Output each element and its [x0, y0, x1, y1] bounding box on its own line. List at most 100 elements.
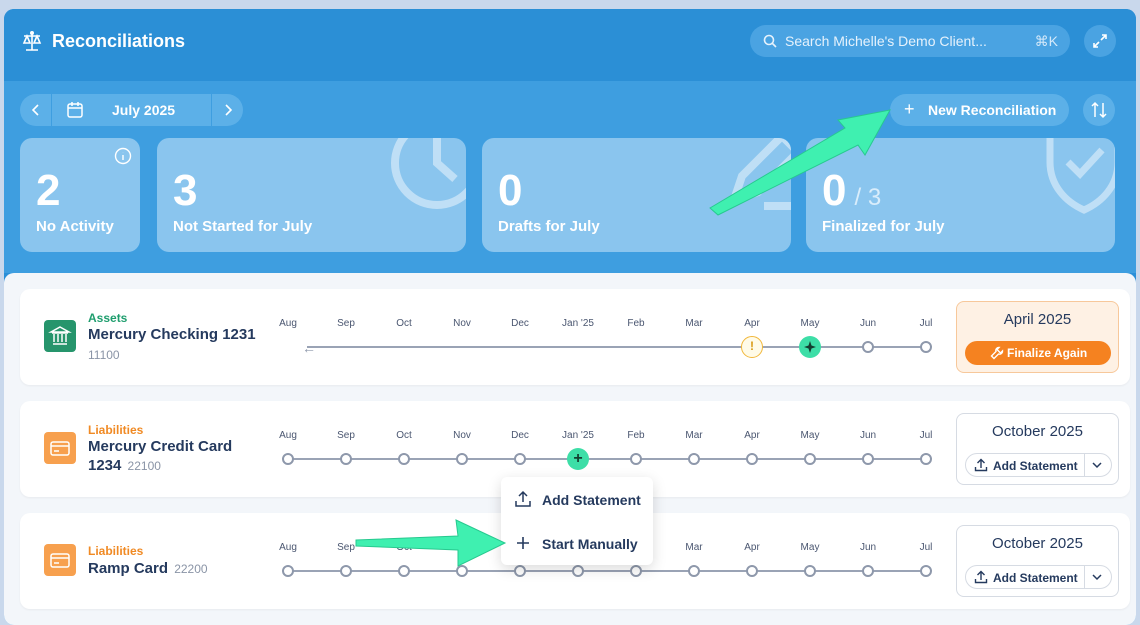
add-statement-button[interactable]: Add Statement	[965, 453, 1112, 477]
timeline-node[interactable]	[340, 565, 352, 577]
shield-check-icon	[1046, 138, 1115, 214]
current-month-label[interactable]: July 2025	[112, 102, 175, 118]
timeline-month-label: Dec	[511, 318, 529, 329]
timeline-node[interactable]	[688, 453, 700, 465]
timeline-node[interactable]	[282, 565, 294, 577]
stat-finalized[interactable]: 0/ 3 Finalized for July	[806, 138, 1115, 252]
account-name[interactable]: Mercury Credit Card	[88, 438, 232, 455]
account-name-line2[interactable]: 1234 22100	[88, 457, 161, 474]
menu-item-start-manually[interactable]: Start Manually	[501, 523, 653, 563]
timeline-node[interactable]	[746, 453, 758, 465]
status-box: April 2025 Finalize Again	[956, 301, 1119, 373]
timeline-month-label: Jul	[919, 542, 933, 553]
timeline-node[interactable]	[920, 453, 932, 465]
timeline-month-label: Aug	[279, 318, 297, 329]
chevron-down-icon[interactable]	[1090, 458, 1104, 472]
status-box: October 2025 Add Statement	[956, 413, 1119, 485]
timeline-month-label: Jan '25	[562, 318, 594, 329]
timeline-month-label: Aug	[279, 542, 297, 553]
timeline-node[interactable]	[862, 565, 874, 577]
new-reconciliation-label: New Reconciliation	[928, 102, 1057, 118]
stat-no-activity[interactable]: 2 No Activity	[20, 138, 140, 252]
timeline-line	[288, 570, 928, 572]
expand-button[interactable]	[1084, 25, 1116, 57]
timeline-month-label: Oct	[396, 542, 412, 553]
stat-drafts[interactable]: 0 Drafts for July	[482, 138, 791, 252]
status-month: October 2025	[992, 423, 1083, 440]
timeline-node[interactable]	[630, 565, 642, 577]
arrow-left-icon: ←	[302, 340, 316, 356]
timeline-node[interactable]	[456, 453, 468, 465]
status-month: October 2025	[992, 535, 1083, 552]
calendar-icon	[67, 102, 83, 118]
add-statement-button[interactable]: Add Statement	[965, 565, 1112, 589]
timeline-node[interactable]	[862, 453, 874, 465]
bank-icon	[44, 320, 76, 352]
info-icon[interactable]	[114, 147, 132, 165]
upload-icon	[974, 458, 988, 472]
menu-item-add-statement[interactable]: Add Statement	[501, 479, 653, 519]
next-month-button[interactable]	[211, 94, 243, 126]
top-bar: Reconciliations Search Michelle's Demo C…	[4, 9, 1136, 81]
timeline-node[interactable]	[340, 453, 352, 465]
timeline-node[interactable]	[572, 565, 584, 577]
warning-node[interactable]: !	[741, 336, 763, 358]
timeline-line	[288, 458, 928, 460]
stat-value: 2	[36, 166, 61, 215]
timeline-node[interactable]	[920, 565, 932, 577]
add-node[interactable]: +	[567, 448, 589, 470]
search-icon	[763, 34, 777, 48]
sparkle-node[interactable]	[799, 336, 821, 358]
timeline-node[interactable]	[804, 565, 816, 577]
prev-month-button[interactable]	[20, 94, 52, 126]
account-type: Assets	[88, 311, 128, 325]
timeline-node[interactable]	[282, 453, 294, 465]
timeline-node[interactable]	[688, 565, 700, 577]
sort-button[interactable]	[1083, 94, 1115, 126]
timeline-node[interactable]	[804, 453, 816, 465]
account-row-mercury-checking[interactable]: Assets Mercury Checking 1231 11100 ← ! A…	[20, 289, 1130, 385]
sort-icon	[1091, 101, 1107, 119]
timeline-node[interactable]	[398, 565, 410, 577]
stat-value: 3	[173, 166, 198, 215]
finalize-again-button[interactable]: Finalize Again	[965, 341, 1111, 365]
stat-total: / 3	[854, 184, 882, 211]
timeline-month-label: Jul	[919, 318, 933, 329]
account-code: 22100	[127, 459, 161, 473]
timeline-node[interactable]	[920, 341, 932, 353]
timeline-month-label: Mar	[685, 318, 703, 329]
search-input[interactable]: Search Michelle's Demo Client... ⌘K	[750, 25, 1070, 57]
credit-card-icon	[44, 544, 76, 576]
reconciliation-list: Assets Mercury Checking 1231 11100 ← ! A…	[4, 273, 1136, 625]
chevron-down-icon[interactable]	[1090, 570, 1104, 584]
timeline-month-label: Aug	[279, 430, 297, 441]
timeline-node[interactable]	[630, 453, 642, 465]
timeline-month-label: May	[800, 430, 820, 441]
timeline-month-label: Feb	[627, 318, 645, 329]
timeline-node[interactable]	[456, 565, 468, 577]
chevron-left-icon	[31, 104, 39, 116]
timeline-month-label: Apr	[744, 542, 760, 553]
timeline-month-label: Sep	[337, 542, 355, 553]
expand-icon	[1093, 34, 1107, 48]
stat-value: 0	[498, 166, 523, 215]
timeline-month-label: May	[800, 542, 820, 553]
plus-icon	[517, 537, 529, 549]
account-name[interactable]: Mercury Checking 1231	[88, 326, 256, 343]
timeline-node[interactable]	[514, 565, 526, 577]
add-statement-menu: Add Statement Start Manually	[501, 477, 653, 565]
timeline-month-label: Mar	[685, 542, 703, 553]
timeline-month-label: Nov	[453, 318, 471, 329]
plus-icon: +	[904, 99, 915, 119]
timeline-node[interactable]	[514, 453, 526, 465]
credit-card-icon	[44, 432, 76, 464]
new-reconciliation-button[interactable]: + New Reconciliation	[890, 94, 1069, 126]
timeline-node[interactable]	[862, 341, 874, 353]
timeline-node[interactable]	[746, 565, 758, 577]
wrench-icon	[990, 346, 1004, 360]
account-name[interactable]: Ramp Card 22200	[88, 560, 208, 577]
timeline-month-label: Feb	[627, 430, 645, 441]
account-code: 22200	[174, 562, 208, 576]
timeline-node[interactable]	[398, 453, 410, 465]
stat-not-started[interactable]: 3 Not Started for July	[157, 138, 466, 252]
